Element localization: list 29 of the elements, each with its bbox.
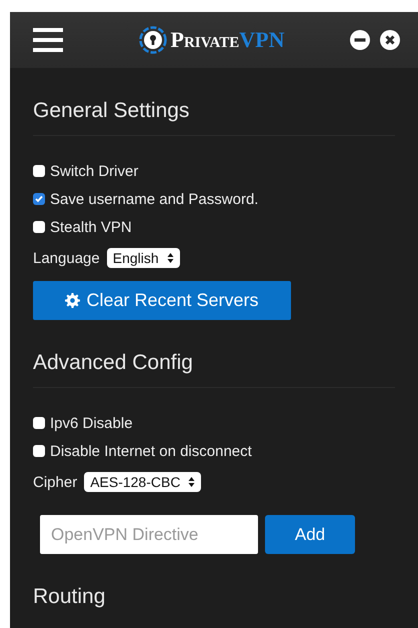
clear-servers-button[interactable]: Clear Recent Servers xyxy=(33,281,291,320)
checkbox-label: Disable Internet on disconnect xyxy=(50,442,252,460)
checkbox[interactable] xyxy=(33,221,45,233)
select-label: Cipher xyxy=(33,474,78,490)
checkbox[interactable] xyxy=(33,417,45,429)
stepper-arrows-icon xyxy=(166,252,174,264)
gear-icon xyxy=(65,293,80,308)
logo-accent-text: VPN xyxy=(239,29,284,51)
section-heading: Advanced Config xyxy=(33,350,194,376)
checkbox[interactable] xyxy=(33,165,45,177)
checkbox[interactable] xyxy=(33,445,45,457)
select-dropdown[interactable]: AES-128-CBC xyxy=(84,472,202,492)
checkbox-label: Save username and Password. xyxy=(50,190,258,208)
close-icon[interactable] xyxy=(380,30,400,50)
select-label: Language xyxy=(33,250,100,266)
menu-icon[interactable] xyxy=(33,28,63,52)
add-button[interactable]: Add xyxy=(265,515,355,554)
section-heading: Routing xyxy=(33,584,106,610)
directive-input[interactable]: OpenVPN Directive xyxy=(40,515,258,554)
checkbox[interactable] xyxy=(33,193,45,205)
stepper-arrows-icon xyxy=(188,476,196,488)
checkbox-label: Ipv6 Disable xyxy=(50,414,133,432)
checkbox-label: Stealth VPN xyxy=(50,218,132,236)
section-heading: General Settings xyxy=(33,98,190,124)
minimize-icon[interactable] xyxy=(350,30,370,50)
keyhole-icon xyxy=(138,26,167,54)
select-dropdown[interactable]: English xyxy=(106,248,180,268)
logo-text: Private xyxy=(170,29,240,51)
checkbox-label: Switch Driver xyxy=(50,162,138,180)
